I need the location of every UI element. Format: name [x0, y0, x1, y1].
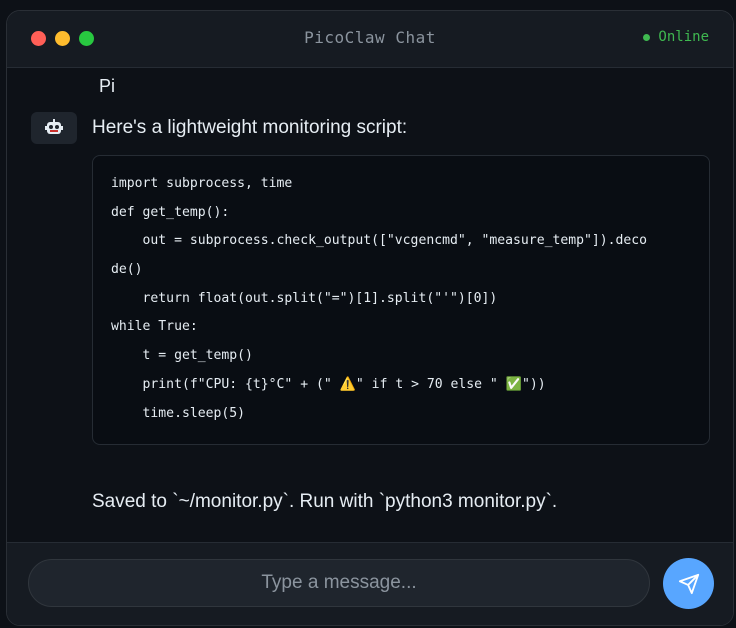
code-line: return float(out.split("=")[1].split("'"…: [111, 290, 498, 306]
code-line: de(): [111, 262, 143, 278]
code-line: t = get_temp(): [111, 348, 253, 364]
code-line: out = subprocess.check_output(["vcgencmd…: [111, 233, 648, 249]
assistant-message-intro: Here's a lightweight monitoring script:: [92, 117, 408, 138]
message-input[interactable]: [28, 559, 650, 607]
robot-icon: [45, 119, 63, 134]
code-block[interactable]: import subprocess, time def get_temp(): …: [92, 155, 710, 445]
code-line: import subprocess, time: [111, 176, 293, 191]
status-indicator: Online: [643, 29, 709, 45]
previous-message-text: Pi: [99, 76, 116, 96]
send-button[interactable]: [663, 558, 714, 609]
online-dot-icon: [643, 33, 651, 41]
code-line: time.sleep(5): [111, 405, 246, 421]
composer-bar: [7, 542, 733, 625]
assistant-avatar: [31, 112, 77, 144]
status-label: Online: [658, 29, 709, 45]
code-line: def get_temp():: [111, 204, 230, 220]
message-list[interactable]: Pi Here's a lightweight monitoring scrip…: [7, 67, 733, 545]
chat-window: PicoClaw Chat Online Pi Here's a lightwe…: [6, 10, 734, 626]
code-line: while True:: [111, 319, 198, 335]
assistant-message-followup: Saved to `~/monitor.py`. Run with `pytho…: [92, 491, 558, 512]
send-icon: [678, 573, 699, 594]
window-title: PicoClaw Chat: [304, 28, 436, 47]
title-bar: PicoClaw Chat Online: [7, 11, 733, 68]
code-line: print(f"CPU: {t}°C" + (" ⚠️" if t > 70 e…: [111, 376, 546, 392]
